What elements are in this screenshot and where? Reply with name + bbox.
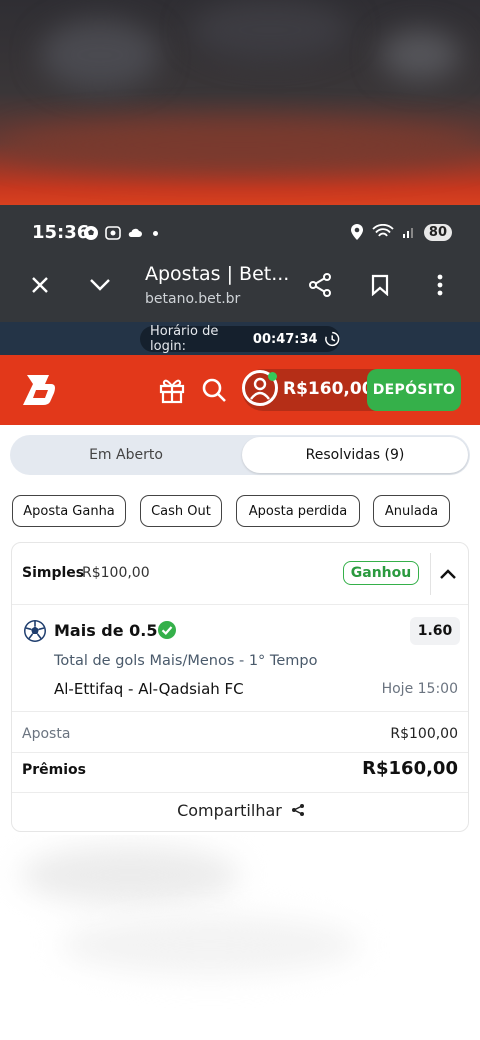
bet-card-header[interactable]: Simples R$100,00 Ganhou [12,543,468,605]
gift-icon[interactable] [158,376,186,404]
wifi-icon [372,224,394,237]
odds-value: 1.60 [410,617,460,645]
divider [12,711,468,712]
battery-indicator: 80 [423,223,452,241]
page-url[interactable]: betano.bet.br [145,291,240,307]
market-name: Total de gols Mais/Menos - 1° Tempo [54,653,318,669]
divider [12,792,468,793]
signal-icon [402,228,413,238]
share-icon [291,804,304,816]
match-time: Hoje 15:00 [381,681,458,697]
site-header: R$160,00 DEPÓSITO [0,355,480,425]
check-circle-icon [158,621,176,639]
balance-amount[interactable]: R$160,00 [283,379,374,399]
tab-resolved[interactable]: Resolvidas (9) [242,437,468,473]
status-badge: Ganhou [343,561,419,585]
bet-card: Simples R$100,00 Ganhou Mais de 0.5 1.60… [11,542,469,832]
betano-logo-icon[interactable] [21,371,59,407]
search-icon[interactable] [200,376,228,404]
browser-chrome: 15:36 80 Apostas | Bet... betano.bet.br [0,205,480,322]
chevron-down-icon[interactable] [84,269,116,301]
stake-label: Aposta [22,726,71,742]
cloud-icon [128,228,142,237]
login-timer: Horário de login: 00:47:34 [140,324,340,354]
online-status-icon [268,372,277,381]
soccer-ball-icon [84,226,98,240]
filter-void[interactable]: Anulada [373,495,450,527]
youtube-icon [105,226,121,240]
more-options-icon[interactable] [424,269,456,301]
location-icon [350,224,363,240]
match-name[interactable]: Al-Ettifaq - Al-Qadsiah FC [54,680,244,698]
divider [430,553,431,595]
prize-label: Prêmios [22,762,86,778]
login-timer-label: Horário de login: [150,324,219,354]
divider [12,752,468,753]
share-icon[interactable] [304,269,336,301]
close-icon[interactable] [24,269,56,301]
filter-cashout[interactable]: Cash Out [140,495,222,527]
browser-toolbar: Apostas | Bet... betano.bet.br [0,257,480,317]
share-label: Compartilhar [177,801,282,820]
prize-value: R$160,00 [362,758,458,779]
filter-won[interactable]: Aposta Ganha [12,495,126,527]
share-button[interactable]: Compartilhar [12,801,468,820]
deposit-button[interactable]: DEPÓSITO [367,369,461,411]
bet-status-tabs: Em Aberto Resolvidas (9) [10,435,470,475]
chevron-up-icon[interactable] [437,563,459,585]
status-bar: 15:36 80 [0,217,480,249]
tab-open[interactable]: Em Aberto [10,435,242,475]
filter-lost[interactable]: Aposta perdida [236,495,360,527]
soccer-ball-icon [24,620,46,642]
bookmark-icon[interactable] [364,269,396,301]
login-timer-value: 00:47:34 [252,331,318,347]
blurred-background [0,0,480,205]
page-title[interactable]: Apostas | Bet... [145,263,289,285]
blurred-background [0,835,480,1040]
selection-name: Mais de 0.5 [54,621,158,640]
login-timer-bar: Horário de login: 00:47:34 [0,322,480,355]
bet-type: Simples [22,565,85,581]
bet-stake-header: R$100,00 [82,565,150,581]
clock: 15:36 [32,222,90,243]
notification-dot-icon [153,230,158,236]
account-balance[interactable]: R$160,00 DEPÓSITO [242,369,461,411]
clock-history-icon [324,331,339,347]
stake-value: R$100,00 [390,726,458,742]
